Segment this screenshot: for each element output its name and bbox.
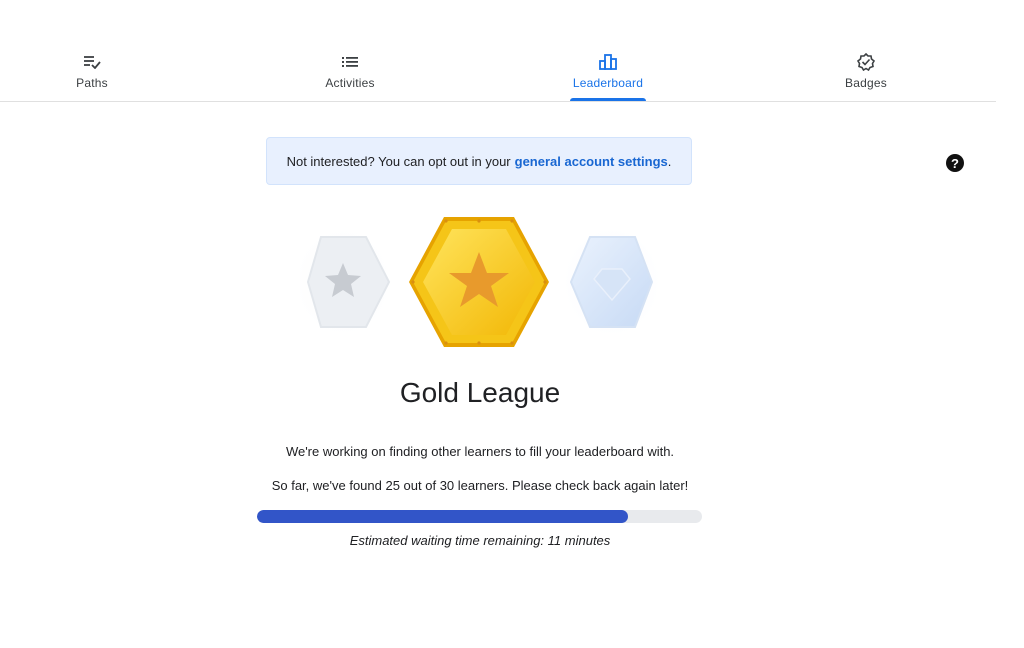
tab-leaderboard[interactable]: Leaderboard [548, 52, 668, 101]
progress-bar [257, 510, 702, 523]
opt-out-notice: Not interested? You can opt out in your … [266, 137, 692, 185]
league-title: Gold League [399, 377, 561, 408]
account-settings-link[interactable]: general account settings [515, 154, 668, 169]
tab-activities[interactable]: Activities [290, 52, 410, 101]
help-icon[interactable]: ? [946, 154, 964, 172]
notice-suffix: . [667, 153, 672, 169]
diamond-medal-icon [560, 224, 660, 340]
playlist-check-icon [82, 52, 102, 72]
tab-label: Activities [325, 76, 375, 90]
tab-paths[interactable]: Paths [32, 52, 152, 101]
tab-label: Leaderboard [572, 76, 644, 90]
tab-badges[interactable]: Badges [806, 52, 926, 101]
progress-message: So far, we've found 25 out of 30 learner… [271, 478, 689, 493]
leaderboard-icon [598, 52, 618, 72]
tab-label: Badges [845, 76, 887, 90]
verified-badge-icon [856, 52, 876, 72]
league-medals [300, 217, 660, 347]
progress-bar-fill [257, 510, 628, 523]
status-message: We're working on finding other learners … [285, 444, 675, 459]
silver-medal-icon [300, 224, 395, 340]
gold-medal-icon [409, 217, 549, 347]
tab-bar: Paths Activities Leaderboard Badges [0, 0, 996, 102]
estimated-wait-time: Estimated waiting time remaining: 11 min… [349, 533, 611, 548]
tab-label: Paths [76, 76, 108, 90]
notice-text: Not interested? You can opt out in your [286, 153, 511, 169]
list-icon [340, 52, 360, 72]
